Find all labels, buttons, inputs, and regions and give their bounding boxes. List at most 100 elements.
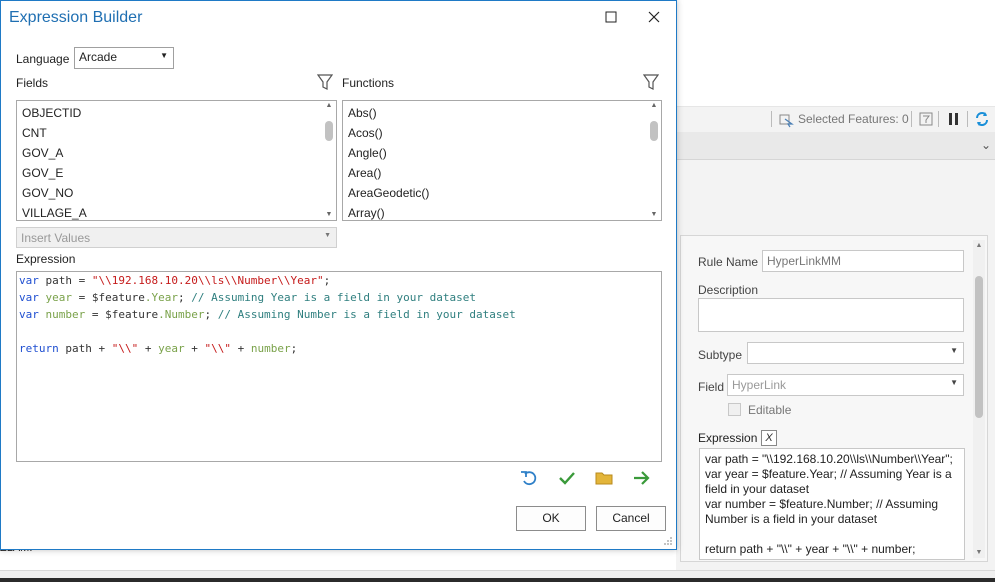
select-features-icon[interactable] (778, 110, 794, 128)
rule-name-input[interactable]: HyperLinkMM (762, 250, 964, 272)
filter-fields-icon[interactable] (317, 73, 333, 91)
code-token: = (85, 308, 105, 321)
resize-grip-icon[interactable] (663, 536, 673, 546)
cancel-button[interactable]: Cancel (596, 506, 666, 531)
pause-icon[interactable] (946, 110, 962, 128)
subtype-dropdown[interactable]: ▼ (747, 342, 964, 364)
code-token: + (138, 342, 158, 355)
refresh-icon[interactable] (974, 110, 990, 128)
code-token: ; (204, 308, 217, 321)
maximize-icon[interactable] (599, 7, 623, 29)
language-dropdown[interactable]: Arcade ▼ (74, 47, 174, 69)
background-app-area (676, 0, 995, 106)
code-token: = (72, 291, 92, 304)
code-token: year (158, 342, 185, 355)
description-input[interactable] (698, 298, 964, 332)
verify-icon[interactable] (557, 468, 577, 488)
filter-functions-icon[interactable] (643, 73, 659, 91)
code-token: number (39, 308, 85, 321)
code-token: // Assuming Year is a field in your data… (191, 291, 476, 304)
scroll-down-icon[interactable]: ▼ (322, 211, 336, 218)
code-token: var (19, 308, 39, 321)
insert-values-placeholder: Insert Values (21, 231, 90, 245)
scroll-up-icon[interactable]: ▲ (973, 242, 985, 249)
code-token: return (19, 342, 59, 355)
code-token: // Assuming Number is a field in your da… (218, 308, 516, 321)
list-item[interactable]: Angle() (348, 146, 387, 160)
list-item[interactable]: Abs() (348, 106, 377, 120)
scrollbar-thumb[interactable] (650, 121, 658, 141)
scroll-down-icon[interactable]: ▼ (647, 211, 661, 218)
scrollbar-thumb[interactable] (975, 276, 983, 418)
fields-label: Fields (16, 76, 48, 90)
toolbar-separator (967, 111, 968, 127)
expression-preview[interactable]: var path = "\\192.168.10.20\\ls\\Number\… (699, 448, 965, 560)
scroll-up-icon[interactable]: ▲ (647, 102, 661, 109)
panel-scrollbar[interactable]: ▲ ▼ (973, 240, 985, 558)
expression-builder-icon[interactable]: X (761, 430, 777, 446)
expression-preview-line (705, 527, 959, 542)
code-line: var number = $feature.Number; // Assumin… (19, 306, 659, 323)
toolbar-separator (771, 111, 772, 127)
field-dropdown[interactable]: HyperLink ▼ (727, 374, 964, 396)
close-icon[interactable] (642, 7, 666, 29)
chevron-down-icon: ▼ (950, 346, 958, 355)
code-line: var year = $feature.Year; // Assuming Ye… (19, 289, 659, 306)
list-item[interactable]: Array() (348, 206, 385, 220)
code-token: number (251, 342, 291, 355)
code-token: year (39, 291, 72, 304)
list-item[interactable]: Area() (348, 166, 381, 180)
status-bar (0, 570, 995, 582)
functions-list[interactable]: Abs() Acos() Angle() Area() AreaGeodetic… (342, 100, 662, 221)
code-token: path = (39, 274, 92, 287)
expression-editor[interactable]: var path = "\\192.168.10.20\\ls\\Number\… (16, 271, 662, 462)
scroll-up-icon[interactable]: ▲ (322, 102, 336, 109)
functions-scrollbar[interactable]: ▲ ▼ (647, 101, 661, 220)
field-dropdown-value: HyperLink (732, 378, 786, 392)
expression-preview-line: var path = "\\192.168.10.20\\ls\\Number\… (705, 452, 959, 467)
insert-values-dropdown[interactable]: Insert Values ▼ (16, 227, 337, 248)
code-line (19, 323, 659, 340)
expression-preview-line: return path + "\\" + year + "\\" + numbe… (705, 542, 959, 557)
pane-header-strip: ⌄ (676, 132, 995, 160)
fields-scrollbar[interactable]: ▲ ▼ (322, 101, 336, 220)
chevron-down-icon: ▼ (160, 51, 168, 60)
code-token: + (185, 342, 205, 355)
expression-builder-dialog: Expression Builder Language Arcade ▼ Fie… (0, 0, 677, 550)
code-token: "\\192.168.10.20\\ls\\Number\\Year" (92, 274, 324, 287)
language-label: Language (16, 52, 69, 66)
attribute-rule-panel: Rule Name HyperLinkMM Description Subtyp… (680, 235, 988, 562)
list-item[interactable]: VILLAGE_A (22, 206, 87, 220)
list-item[interactable]: AreaGeodetic() (348, 186, 429, 200)
scroll-down-icon[interactable]: ▼ (973, 549, 985, 556)
list-item[interactable]: OBJECTID (22, 106, 81, 120)
list-item[interactable]: GOV_NO (22, 186, 73, 200)
functions-label: Functions (342, 76, 394, 90)
chevron-down-icon[interactable]: ⌄ (981, 138, 991, 152)
expression-label: Expression (698, 431, 757, 445)
filter-table-icon[interactable] (918, 110, 934, 128)
code-token: var (19, 274, 39, 287)
arrow-right-icon[interactable] (632, 468, 652, 488)
list-item[interactable]: CNT (22, 126, 47, 140)
folder-icon[interactable] (594, 468, 614, 488)
chevron-down-icon: ▼ (324, 232, 331, 239)
code-token: "\\" (112, 342, 139, 355)
fields-list[interactable]: OBJECTID CNT GOV_A GOV_E GOV_NO VILLAGE_… (16, 100, 337, 221)
list-item[interactable]: GOV_E (22, 166, 63, 180)
editable-checkbox[interactable] (728, 403, 741, 416)
list-item[interactable]: Acos() (348, 126, 383, 140)
code-token: var (19, 291, 39, 304)
code-token: ; (291, 342, 298, 355)
list-item[interactable]: GOV_A (22, 146, 63, 160)
dialog-title: Expression Builder (9, 9, 142, 27)
field-label: Field (698, 380, 724, 394)
undo-icon[interactable] (519, 468, 539, 488)
code-token: ; (324, 274, 331, 287)
rule-name-label: Rule Name (698, 255, 758, 269)
ok-button[interactable]: OK (516, 506, 586, 531)
scrollbar-thumb[interactable] (325, 121, 333, 141)
taskbar-strip (0, 578, 995, 582)
code-token: .Number (158, 308, 204, 321)
toolbar-separator (911, 111, 912, 127)
